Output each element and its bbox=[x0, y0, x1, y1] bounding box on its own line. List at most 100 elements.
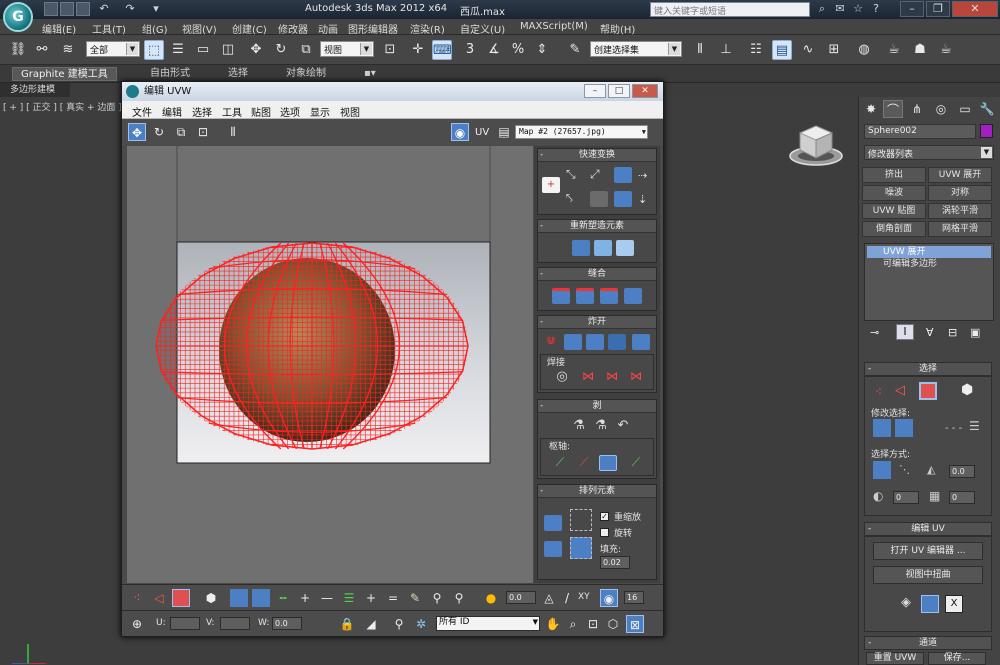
hierarchy-tab-icon[interactable]: ⋔ bbox=[907, 100, 927, 118]
paint-select-icon[interactable]: ⋱ bbox=[899, 463, 910, 476]
display-tab-icon[interactable]: ▭ bbox=[955, 100, 975, 118]
new-file-icon[interactable] bbox=[44, 2, 58, 16]
v-input[interactable] bbox=[220, 617, 250, 630]
ribbon-options-icon[interactable]: ▪▾ bbox=[356, 67, 384, 81]
configure-sets-icon[interactable]: ▣ bbox=[970, 326, 980, 339]
uvw-move-icon[interactable]: ✥ bbox=[128, 123, 146, 141]
menu-modifiers[interactable]: 修改器 bbox=[278, 21, 308, 36]
modifier-symmetry-button[interactable]: 对称 bbox=[928, 185, 992, 201]
spinner-snap-icon[interactable]: ⇕ bbox=[532, 40, 552, 60]
peel-mode-icon[interactable]: ⚗ bbox=[592, 418, 610, 434]
auto-pin-icon[interactable] bbox=[599, 455, 617, 471]
soft-selection-spinner[interactable]: 0.0 bbox=[506, 591, 536, 604]
uvw-maximize-button[interactable]: □ bbox=[608, 84, 630, 98]
unlink-icon[interactable]: ⚯ bbox=[32, 40, 52, 60]
uvw-checker-icon[interactable]: ◉ bbox=[451, 123, 469, 141]
tweak-in-view-button[interactable]: 视图中扭曲 bbox=[873, 566, 983, 584]
loop-icon[interactable]: - - - bbox=[945, 423, 962, 434]
rotate-minus-90-icon[interactable] bbox=[614, 191, 632, 207]
polygon-mode-icon[interactable] bbox=[919, 382, 937, 400]
ring-icon[interactable]: ☰ bbox=[969, 419, 980, 433]
uvw-menu-view[interactable]: 视图 bbox=[340, 104, 360, 119]
uv-edge-mode-icon[interactable]: ◁ bbox=[150, 589, 168, 607]
rescale-checkbox[interactable]: ✓ bbox=[600, 512, 609, 521]
menu-edit[interactable]: 编辑(E) bbox=[42, 21, 76, 36]
uv-element-mode-icon[interactable]: ⬢ bbox=[202, 589, 220, 607]
uv-brush-size2-icon[interactable]: ⚲ bbox=[450, 589, 468, 607]
uv-ring-shrink-icon[interactable]: = bbox=[384, 589, 402, 607]
id-filter-dropdown[interactable]: 所有 ID ▼ bbox=[436, 616, 540, 631]
keyboard-shortcut-override-icon[interactable]: ⌨ bbox=[432, 40, 452, 60]
vertex-mode-icon[interactable]: ⁖ bbox=[875, 385, 882, 399]
select-by-element-icon[interactable] bbox=[873, 461, 891, 479]
select-manipulate-icon[interactable]: ✛ bbox=[408, 40, 428, 60]
rotate-90-icon[interactable] bbox=[614, 167, 632, 183]
zoom-region-icon[interactable]: ⊡ bbox=[584, 615, 602, 633]
open-uv-editor-button[interactable]: 打开 UV 编辑器 ... bbox=[873, 542, 983, 560]
object-color-swatch[interactable] bbox=[980, 124, 993, 138]
soft-falloff-icon[interactable]: ◬ bbox=[540, 589, 558, 607]
uv-ring-grow-icon[interactable]: ☰ bbox=[340, 589, 358, 607]
u-input[interactable] bbox=[170, 617, 200, 630]
w-input[interactable]: 0.0 bbox=[272, 617, 302, 630]
redo-icon[interactable]: ↷ bbox=[122, 2, 138, 16]
material-editor-icon[interactable]: ◍ bbox=[854, 40, 874, 60]
menu-create[interactable]: 创建(C) bbox=[232, 21, 267, 36]
limit-soft-selection-icon[interactable]: ◉ bbox=[600, 589, 618, 607]
binoculars-icon[interactable]: ⌕ bbox=[814, 2, 830, 16]
stitch-average-icon[interactable] bbox=[600, 288, 618, 304]
uv-loop-icon[interactable]: + bbox=[296, 589, 314, 607]
menu-tools[interactable]: 工具(T) bbox=[92, 21, 126, 36]
select-by-name-icon[interactable]: ☰ bbox=[168, 40, 188, 60]
modify-tab-icon[interactable]: ⌒ bbox=[883, 100, 903, 118]
uv-label[interactable]: UV bbox=[475, 127, 489, 138]
zoom-icon[interactable]: ⌕ bbox=[564, 615, 582, 633]
minimize-button[interactable]: – bbox=[900, 1, 924, 17]
modifier-extrude-button[interactable]: 挤出 bbox=[862, 167, 926, 183]
uvw-close-button[interactable]: ✕ bbox=[632, 84, 658, 98]
uv-shrink-icon[interactable] bbox=[252, 589, 270, 607]
uv-loop-grow-icon[interactable]: ╍ bbox=[274, 589, 292, 607]
snaps-toggle-icon[interactable]: 3 bbox=[460, 40, 480, 60]
smoothing-spinner[interactable]: 0 bbox=[893, 491, 919, 504]
utilities-tab-icon[interactable]: 🔧 bbox=[977, 100, 997, 118]
help-search-input[interactable]: 键入关键字或短语 bbox=[650, 2, 810, 17]
relax-settings-icon[interactable] bbox=[616, 240, 634, 256]
pin-icon[interactable]: ⟋ bbox=[551, 455, 569, 471]
flatten-by-polygon-icon[interactable] bbox=[586, 334, 604, 350]
weld-threshold-icon[interactable]: ⋈ bbox=[627, 369, 645, 385]
layer-manager-icon[interactable]: ☷ bbox=[746, 40, 766, 60]
select-object-icon[interactable]: ⬚ bbox=[144, 40, 164, 60]
zoom-selected-icon[interactable]: ⊠ bbox=[626, 615, 644, 633]
element-mode-icon[interactable]: ⬢ bbox=[961, 382, 973, 398]
remove-modifier-icon[interactable]: ⊟ bbox=[948, 326, 957, 339]
edit-named-selection-icon[interactable]: ✎ bbox=[565, 40, 585, 60]
align-vertical-icon[interactable]: ⤢ bbox=[590, 167, 608, 183]
uv-polygon-mode-icon[interactable] bbox=[172, 589, 190, 607]
quick-peel-icon[interactable]: ⚗ bbox=[570, 418, 588, 434]
menu-views[interactable]: 视图(V) bbox=[182, 21, 217, 36]
uvw-scale-icon[interactable]: ⧉ bbox=[172, 123, 190, 141]
rollout-channel-header[interactable]: - 通道 bbox=[864, 636, 992, 650]
move-icon[interactable]: ✥ bbox=[246, 40, 266, 60]
stack-item-editable-poly[interactable]: 可编辑多边形 bbox=[867, 258, 991, 270]
make-unique-icon[interactable]: ∀ bbox=[926, 326, 934, 339]
tab-object-paint[interactable]: 对象绘制 bbox=[278, 67, 334, 81]
uvw-menu-select[interactable]: 选择 bbox=[192, 104, 212, 119]
tab-freeform[interactable]: 自由形式 bbox=[142, 67, 198, 81]
select-pins-icon[interactable]: ⟋ bbox=[627, 455, 645, 471]
uvw-minimize-button[interactable]: – bbox=[584, 84, 606, 98]
uv-editor-canvas[interactable] bbox=[127, 146, 533, 583]
pivot-center-icon[interactable]: ⊡ bbox=[380, 40, 400, 60]
modifier-unwrap-uvw-button[interactable]: UVW 展开 bbox=[928, 167, 992, 183]
uvw-menu-mapping[interactable]: 贴图 bbox=[251, 104, 271, 119]
weld-all-icon[interactable]: ⋈ bbox=[603, 369, 621, 385]
quick-access-dropdown-icon[interactable]: ▾ bbox=[148, 2, 164, 16]
lock-selection-icon[interactable]: 🔒 bbox=[338, 615, 356, 633]
uvw-texture-list-icon[interactable]: ▤ bbox=[495, 123, 513, 141]
absolute-mode-icon[interactable]: ⊕ bbox=[128, 615, 146, 633]
align-x-icon[interactable]: X bbox=[945, 595, 963, 613]
restore-button[interactable]: ❐ bbox=[926, 1, 950, 17]
uvw-freeform-icon[interactable]: ⊡ bbox=[194, 123, 212, 141]
schematic-view-icon[interactable]: ⊞ bbox=[824, 40, 844, 60]
